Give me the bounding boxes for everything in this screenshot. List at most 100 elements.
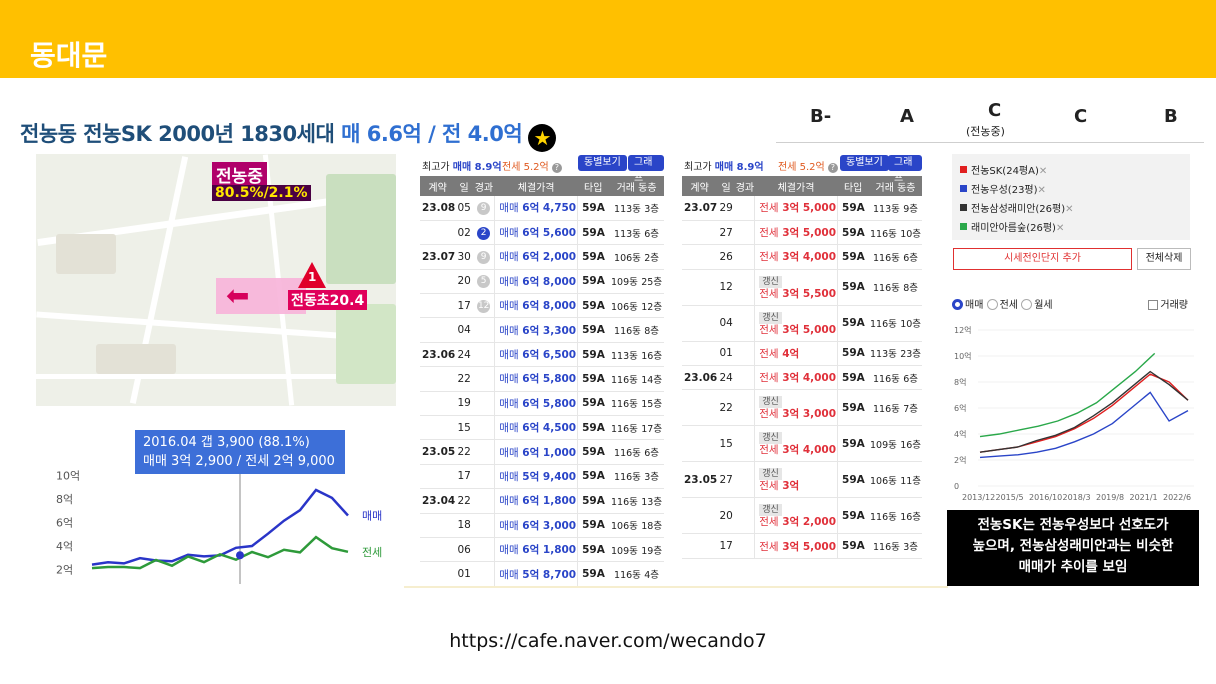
dong-view-button[interactable]: 동별보기 xyxy=(840,155,889,171)
table-row[interactable]: 23.06 24 전세 3억 4,000 59A 116동 6층 xyxy=(682,365,922,391)
table-row[interactable]: 20 갱신 전세 3억 2,000 59A 116동 16층 xyxy=(682,497,922,535)
renewal-badge: 갱신 xyxy=(759,468,782,481)
deal-price: 매매 6억 8,000 xyxy=(494,293,578,319)
table-row[interactable]: 22 갱신 전세 3억 3,000 59A 116동 7층 xyxy=(682,389,922,427)
unit-type: 59A xyxy=(577,244,610,270)
table-row[interactable]: 04 매매 6억 3,300 59A 116동 8층 xyxy=(420,317,664,343)
column-header: 타입 xyxy=(577,176,610,196)
table-row[interactable]: 20 5 매매 6억 8,000 59A 109동 25층 xyxy=(420,269,664,295)
table-row[interactable]: 18 매매 6억 3,000 59A 106동 18층 xyxy=(420,513,664,538)
location-map[interactable]: ⬅ 전농중 80.5%/2.1% 1 전동초20.4 xyxy=(36,154,396,406)
grade-2: A xyxy=(900,106,914,127)
arrow-left-icon: ⬅ xyxy=(226,279,250,312)
unit-type: 59A xyxy=(577,561,610,587)
table-row[interactable]: 23.07 30 9 매매 6억 2,000 59A 106동 2층 xyxy=(420,244,664,270)
table-row[interactable]: 17 12 매매 6억 8,000 59A 106동 12층 xyxy=(420,293,664,319)
remove-icon[interactable]: ✕ xyxy=(1038,185,1046,196)
graph-button[interactable]: 그래프 xyxy=(888,155,922,184)
table-row[interactable]: 23.05 22 매매 6억 1,000 59A 116동 6층 xyxy=(420,439,664,465)
dong-view-button[interactable]: 동별보기 xyxy=(578,155,627,171)
footer-url[interactable]: https://cafe.naver.com/wecando7 xyxy=(0,630,1216,652)
contract-day: 02 xyxy=(455,220,474,246)
table-row[interactable]: 22 매매 6억 5,800 59A 116동 14층 xyxy=(420,366,664,392)
deal-price: 갱신 전세 3억 xyxy=(754,461,838,499)
table-row[interactable]: 01 매매 5억 8,700 59A 116동 4층 xyxy=(420,561,664,587)
table-row[interactable]: 06 매매 6억 1,800 59A 109동 19층 xyxy=(420,537,664,563)
table-row[interactable]: 17 전세 3억 5,000 59A 116동 3층 xyxy=(682,533,922,559)
table-row[interactable]: 17 매매 5억 9,400 59A 116동 3층 xyxy=(420,464,664,490)
contract-month xyxy=(420,220,456,246)
elapsed-cell xyxy=(735,196,755,221)
y-tick-label: 4억 xyxy=(56,540,73,553)
table-row[interactable]: 23.08 05 9 매매 6억 4,750 59A 113동 3층 xyxy=(420,196,664,221)
table-row[interactable]: 12 갱신 전세 3억 5,500 59A 116동 8층 xyxy=(682,269,922,306)
table-row[interactable]: 15 갱신 전세 3억 4,000 59A 109동 16층 xyxy=(682,425,922,463)
divider xyxy=(776,142,1204,143)
contract-day: 06 xyxy=(455,537,474,563)
map-block xyxy=(96,344,176,374)
contract-day: 24 xyxy=(717,365,736,391)
legend-item[interactable]: 전농SK(24평A)✕ xyxy=(960,162,1182,181)
contract-day: 19 xyxy=(455,391,474,417)
unit-type: 59A xyxy=(837,244,870,270)
table-row[interactable]: 23.05 27 갱신 전세 3억 59A 106동 11층 xyxy=(682,461,922,499)
dong-floor: 109동 19층 xyxy=(609,537,664,563)
marker-icon[interactable]: 1 xyxy=(298,262,326,288)
radio-monthly[interactable]: 월세 xyxy=(1021,299,1053,311)
column-header: 계약 xyxy=(682,176,718,196)
deal-price: 매매 6억 4,750 xyxy=(494,196,578,221)
table-row[interactable]: 15 매매 6억 4,500 59A 116동 17층 xyxy=(420,415,664,441)
contract-day: 05 xyxy=(455,196,474,221)
add-complex-button[interactable]: 시세전인단지 추가 xyxy=(953,248,1132,270)
remove-icon[interactable]: ✕ xyxy=(1065,204,1073,215)
graph-button[interactable]: 그래프 xyxy=(628,155,664,184)
table-row[interactable]: 19 매매 6억 5,800 59A 116동 15층 xyxy=(420,391,664,417)
dong-floor: 106동 2층 xyxy=(609,244,664,270)
contract-day: 27 xyxy=(717,220,736,246)
grade-3: C xyxy=(988,100,1002,121)
dong-floor: 116동 14층 xyxy=(609,366,664,392)
volume-checkbox[interactable]: 거래량 xyxy=(1148,296,1188,311)
unit-type: 59A xyxy=(837,365,870,391)
delete-all-button[interactable]: 전체삭제 xyxy=(1137,248,1191,270)
legend-item[interactable]: 전농삼성래미안(26평)✕ xyxy=(960,200,1182,219)
deal-price: 전세 3억 4,000 xyxy=(754,244,838,270)
table-row[interactable]: 26 전세 3억 4,000 59A 116동 6층 xyxy=(682,244,922,270)
radio-jeonse[interactable]: 전세 xyxy=(986,299,1018,311)
elapsed-cell: 2 xyxy=(473,220,495,246)
table-row[interactable]: 23.04 22 매매 6억 1,800 59A 116동 13층 xyxy=(420,488,664,514)
dong-floor: 116동 13층 xyxy=(609,488,664,514)
x-tick-label: 2018/3 xyxy=(1063,493,1091,502)
legend-item[interactable]: 래미안아름숲(26평)✕ xyxy=(960,219,1182,238)
elapsed-cell xyxy=(473,537,495,563)
jeonse-deals-panel: 최고가 매매 8.9억 전세 5.2억 ? 동별보기 그래프 계약 일 경과 체결가격… xyxy=(682,154,922,559)
contract-month xyxy=(682,341,718,367)
contract-month: 23.07 xyxy=(420,244,456,270)
radio-sale[interactable]: 매매 xyxy=(952,299,983,311)
contract-day: 20 xyxy=(455,269,474,295)
compare-price-chart[interactable]: 12억 10억 8억 6억 4억 2억 02013/12 2015/5 2016/10 2018/… xyxy=(948,322,1200,508)
dong-floor: 116동 10층 xyxy=(869,305,922,342)
color-swatch xyxy=(960,204,967,211)
remove-icon[interactable]: ✕ xyxy=(1039,166,1047,177)
legend-item[interactable]: 전농우성(23평)✕ xyxy=(960,181,1182,200)
elapsed-cell xyxy=(473,415,495,441)
deal-price: 매매 6억 3,300 xyxy=(494,317,578,343)
contract-month xyxy=(682,269,718,306)
unit-type: 59A xyxy=(837,389,870,427)
deal-price: 매매 6억 5,800 xyxy=(494,366,578,392)
max-rent-label: 전세 5.2억 ? xyxy=(502,158,562,173)
elapsed-cell xyxy=(735,389,755,427)
contract-month: 23.08 xyxy=(420,196,456,221)
chart-mode-selector: 매매 전세 월세 거래량 xyxy=(952,296,1192,311)
table-row[interactable]: 23.06 24 매매 6억 6,500 59A 113동 16층 xyxy=(420,342,664,368)
table-row[interactable]: 01 전세 4억 59A 113동 23층 xyxy=(682,341,922,367)
elapsed-cell xyxy=(735,497,755,535)
remove-icon[interactable]: ✕ xyxy=(1056,223,1064,234)
table-row[interactable]: 02 2 매매 6억 5,600 59A 113동 6층 xyxy=(420,220,664,246)
table-row[interactable]: 27 전세 3억 5,000 59A 116동 10층 xyxy=(682,220,922,246)
table-row[interactable]: 23.07 29 전세 3억 5,000 59A 113동 9층 xyxy=(682,196,922,221)
deal-price: 전세 3억 4,000 xyxy=(754,365,838,391)
table-row[interactable]: 04 갱신 전세 3억 5,000 59A 116동 10층 xyxy=(682,305,922,342)
contract-day: 15 xyxy=(717,425,736,463)
